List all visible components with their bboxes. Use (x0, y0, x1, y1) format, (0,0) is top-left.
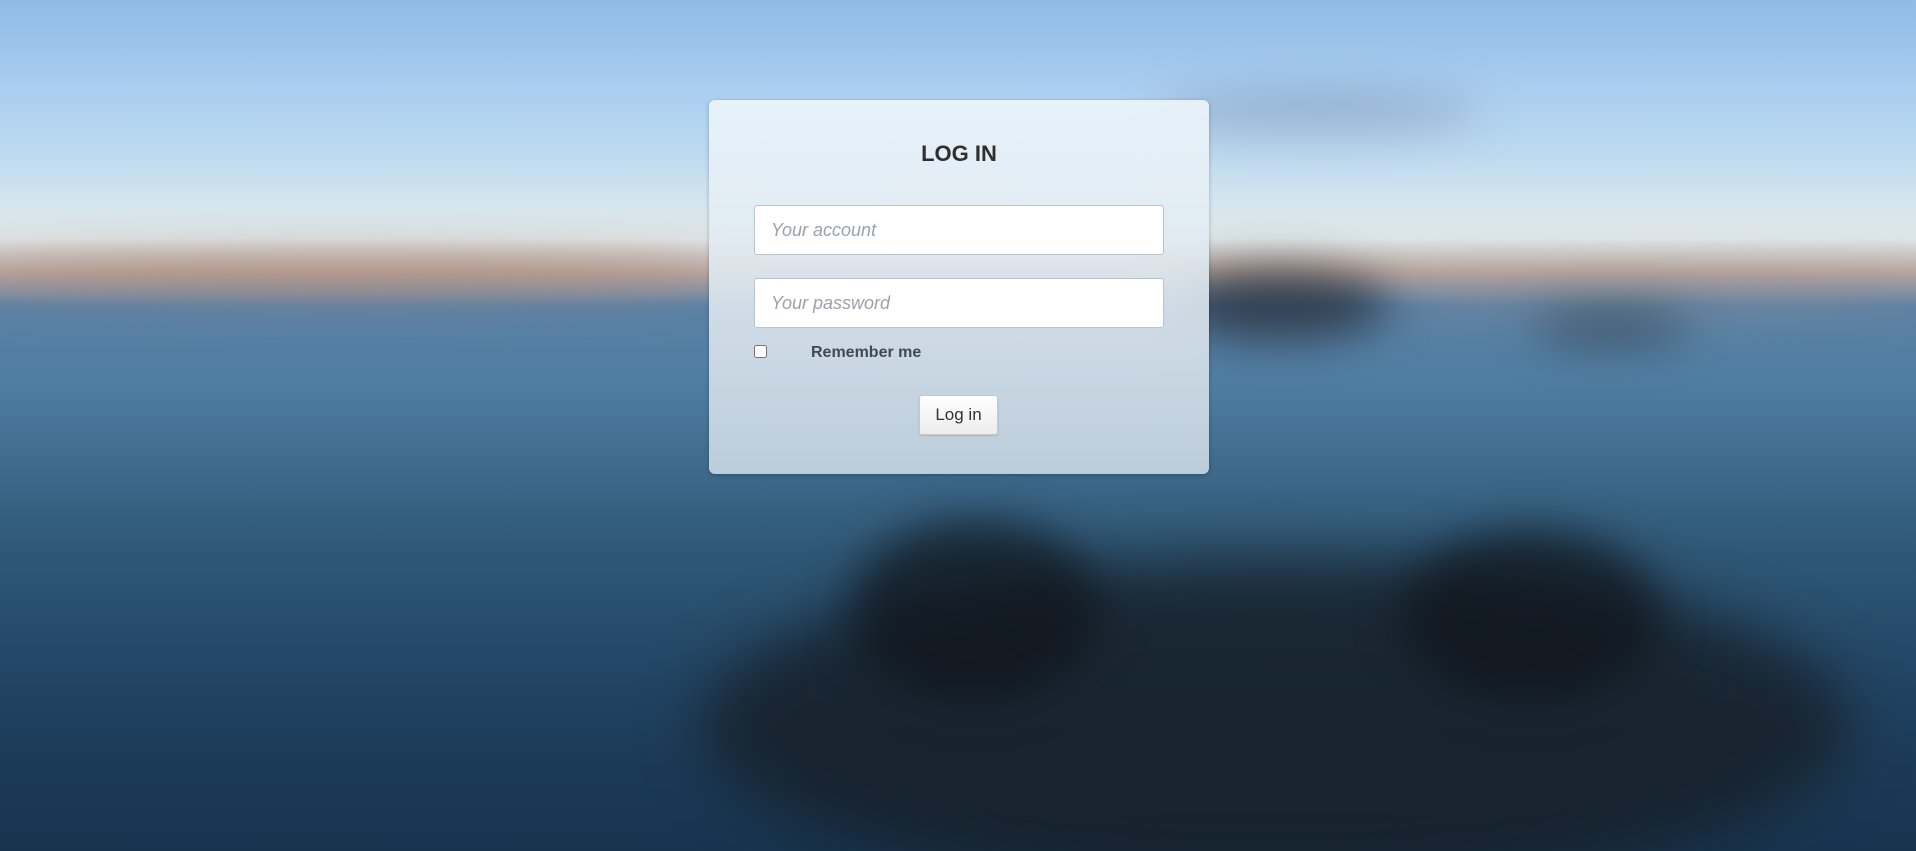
remember-me-row: Remember me (754, 343, 1054, 363)
remember-me-checkbox[interactable] (754, 345, 767, 358)
background-rocks-left (850, 520, 1100, 700)
login-card: LOG IN Remember me Log in (709, 100, 1209, 474)
account-input[interactable] (754, 205, 1164, 255)
background-rocks-right (1400, 530, 1660, 700)
login-title: LOG IN (921, 141, 997, 166)
background-shoreline-left (0, 255, 720, 295)
background-shoreline-right (1380, 278, 1916, 312)
password-input[interactable] (754, 278, 1164, 328)
login-button[interactable]: Log in (919, 395, 998, 435)
remember-me-label[interactable]: Remember me (811, 344, 921, 362)
background-island-small (1530, 310, 1690, 346)
